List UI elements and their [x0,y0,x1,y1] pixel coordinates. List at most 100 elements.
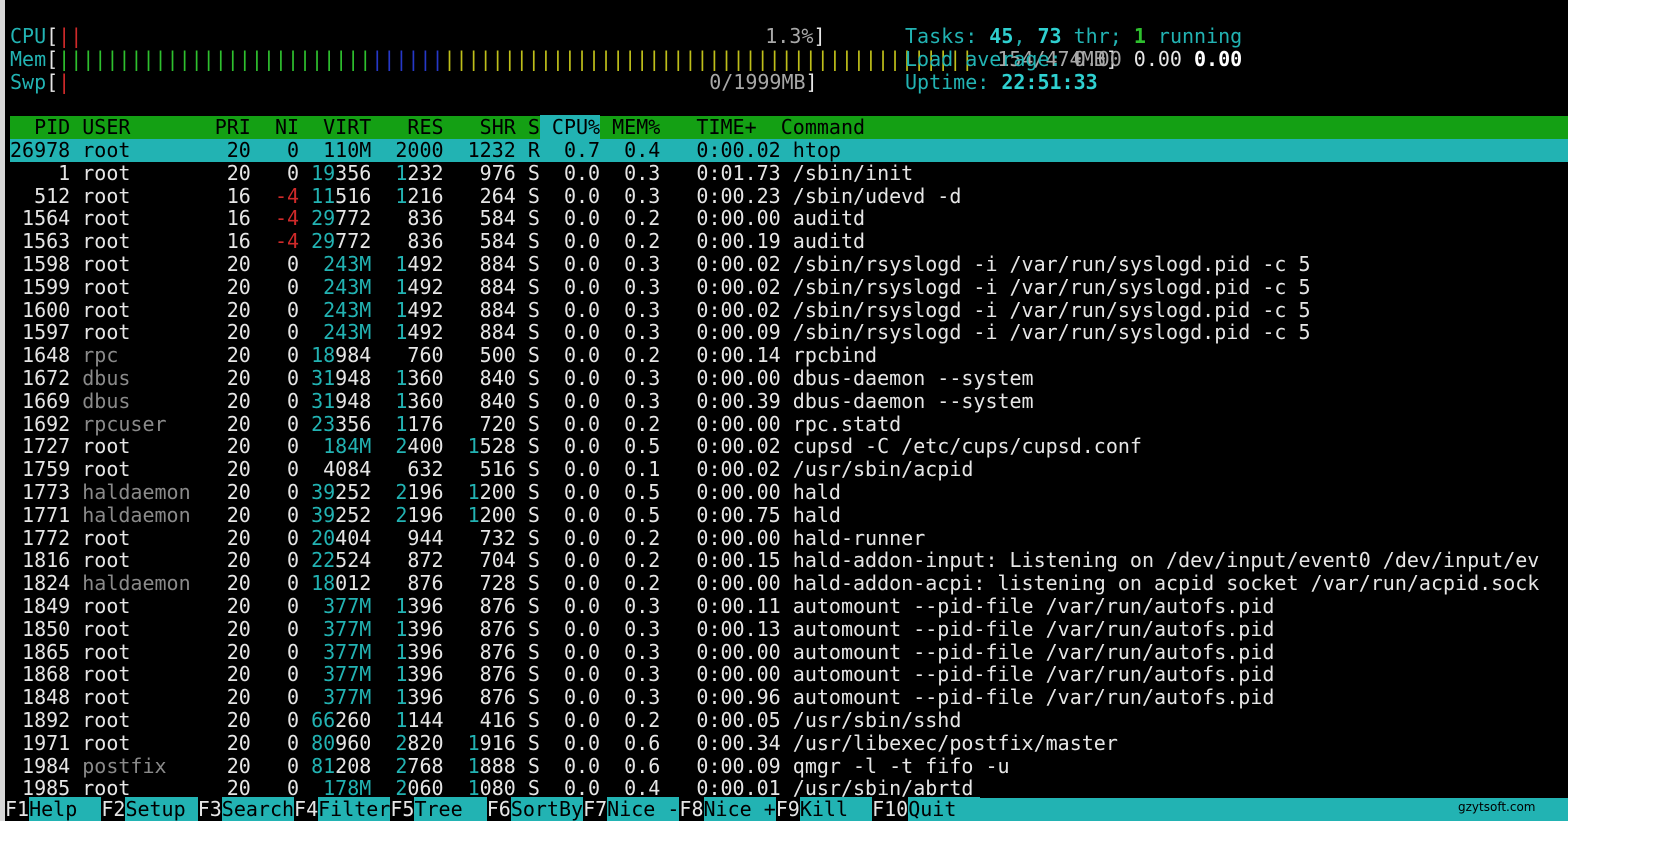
fkey-f2-key: F2 [101,797,126,821]
process-row[interactable]: 1599 root 20 0 243M 1492 884 S 0.0 0.3 0… [10,274,1568,299]
fkey-f5[interactable]: F5Tree [390,797,487,821]
cpu-percent: 0.0 [539,479,601,504]
nice: 0 [250,753,300,778]
col-user[interactable]: USER [70,115,190,139]
command: rpcbind [792,343,878,368]
process-row[interactable]: 1648 rpc 20 0 18984 760 500 S 0.0 0.2 0:… [10,344,1568,367]
pid: 1597 [10,320,71,345]
process-row[interactable]: 1773 haldaemon 20 0 39252 2196 1200 S 0.… [10,481,1568,504]
fkey-f3[interactable]: F3Search [198,797,295,821]
user: root [82,616,203,641]
col-time[interactable]: TIME+ [660,115,780,139]
fkey-f9[interactable]: F9Kill [776,797,873,821]
fkey-f4[interactable]: F4Filter [294,797,391,821]
priority: 20 [202,616,251,641]
command: automount --pid-file /var/run/autofs.pid [792,639,1275,664]
process-row[interactable]: 1597 root 20 0 243M 1492 884 S 0.0 0.3 0… [10,321,1568,344]
process-row[interactable]: 1771 haldaemon 20 0 39252 2196 1200 S 0.… [10,503,1568,527]
col-res[interactable]: RES [371,115,443,139]
cpu-percent: 0.0 [539,297,601,322]
state: S [515,183,540,208]
process-row[interactable]: 1 root 20 0 19356 1232 976 S 0.0 0.3 0:0… [10,160,1568,185]
fkey-f1[interactable]: F1Help [5,797,102,821]
user: root [82,320,203,345]
process-row[interactable]: 1598 root 20 0 243M 1492 884 S 0.0 0.3 0… [10,253,1568,276]
col-virt[interactable]: VIRT [299,115,371,139]
process-row[interactable]: 512 root 16 -4 11516 1216 264 S 0.0 0.3 … [10,183,1568,208]
user: root [82,183,203,208]
col-shr[interactable]: SHR [444,115,516,139]
process-row[interactable]: 1727 root 20 0 184M 2400 1528 S 0.0 0.5 … [10,435,1568,458]
nice: 0 [250,685,300,710]
state: R [515,138,540,162]
process-row[interactable]: 1669 dbus 20 0 31948 1360 840 S 0.0 0.3 … [10,389,1568,413]
shr: 840 [443,365,516,390]
command: hald-addon-input: Listening on /dev/inpu… [792,548,1540,573]
res: 944 [371,525,444,550]
fkey-f2[interactable]: F2Setup [101,797,198,821]
cpu-percent: 0.0 [539,457,601,482]
process-row[interactable]: 1600 root 20 0 243M 1492 884 S 0.0 0.3 0… [10,297,1568,322]
col-cpu[interactable]: CPU% [539,115,601,139]
pid: 1848 [10,685,71,710]
process-row[interactable]: 1971 root 20 0 80960 2820 1916 S 0.0 0.6… [10,730,1568,755]
shr: 1200 [443,479,516,504]
priority: 20 [202,730,251,755]
process-row[interactable]: 1672 dbus 20 0 31948 1360 840 S 0.0 0.3 … [10,367,1568,390]
mem-meter-bar-cache: ||||||||||||||||||||||||||||||||||||||||… [443,47,974,71]
cpu-percent: 0.0 [539,411,601,436]
col-pid[interactable]: PID [10,115,70,139]
virt-units: 772 [335,229,372,254]
nice: 0 [250,593,300,618]
process-row[interactable]: 1563 root 16 -4 29772 836 584 S 0.0 0.2 … [10,230,1568,253]
res: 2768 [371,753,444,778]
state: S [515,365,540,390]
swap-meter-bar: | [58,70,71,94]
process-row[interactable]: 1865 root 20 0 377M 1396 876 S 0.0 0.3 0… [10,639,1568,664]
state: S [515,753,540,778]
shr: 1888 [443,753,516,778]
col-pri[interactable]: PRI [191,115,251,139]
fkey-f7-label: Nice - [607,797,680,821]
priority: 20 [202,434,251,459]
mem-percent: 0.3 [600,616,661,641]
col-mem[interactable]: MEM% [600,115,660,139]
shr: 976 [443,160,516,185]
fkey-f7[interactable]: F7Nice - [583,797,680,821]
pid: 1984 [10,753,71,778]
process-row[interactable]: 1868 root 20 0 377M 1396 876 S 0.0 0.3 0… [10,663,1568,686]
shr: 732 [443,525,516,550]
process-row[interactable]: 1848 root 20 0 377M 1396 876 S 0.0 0.3 0… [10,686,1568,709]
state: S [515,229,540,254]
process-row[interactable]: 1816 root 20 0 22524 872 704 S 0.0 0.2 0… [10,549,1568,572]
command: /sbin/rsyslogd -i /var/run/syslogd.pid -… [792,297,1311,322]
col-ni[interactable]: NI [251,115,299,139]
col-state[interactable]: S [516,115,540,139]
nice: 0 [250,274,300,299]
state: S [515,525,540,550]
process-row[interactable]: 1849 root 20 0 377M 1396 876 S 0.0 0.3 0… [10,595,1568,618]
state: S [515,457,540,482]
process-row[interactable]: 1824 haldaemon 20 0 18012 876 728 S 0.0 … [10,572,1568,595]
process-row[interactable]: 1564 root 16 -4 29772 836 584 S 0.0 0.2 … [10,207,1568,230]
process-row[interactable]: 1850 root 20 0 377M 1396 876 S 0.0 0.3 0… [10,616,1568,641]
virt-units: 208 [335,753,372,778]
process-row[interactable]: 1984 postfix 20 0 81208 2768 1888 S 0.0 … [10,753,1568,778]
cpu-percent: 0.0 [539,251,601,276]
process-row[interactable]: 1892 root 20 0 66260 1144 416 S 0.0 0.2 … [10,709,1568,732]
cpu-time: 0:00.00 [660,525,781,550]
process-row[interactable]: 1759 root 20 0 4084 632 516 S 0.0 0.1 0:… [10,458,1568,481]
col-command[interactable]: Command [781,115,865,139]
fkey-f10[interactable]: F10Quit [872,797,981,821]
virt: 66260 [299,708,371,732]
fkey-f8[interactable]: F8Nice + [679,797,776,821]
process-row[interactable]: 26978 root 20 0 110M 2000 1232 R 0.7 0.4… [10,139,1568,162]
running-count: 1 [1133,24,1146,48]
load-1min: 0.00 [1073,47,1122,71]
cpu-time: 0:00.00 [660,206,781,231]
cpu-time: 0:00.02 [660,138,781,162]
fkey-f6[interactable]: F6SortBy [487,797,584,821]
process-row[interactable]: 1772 root 20 0 20404 944 732 S 0.0 0.2 0… [10,525,1568,550]
virt: 11516 [299,184,371,208]
process-row[interactable]: 1692 rpcuser 20 0 23356 1176 720 S 0.0 0… [10,411,1568,436]
